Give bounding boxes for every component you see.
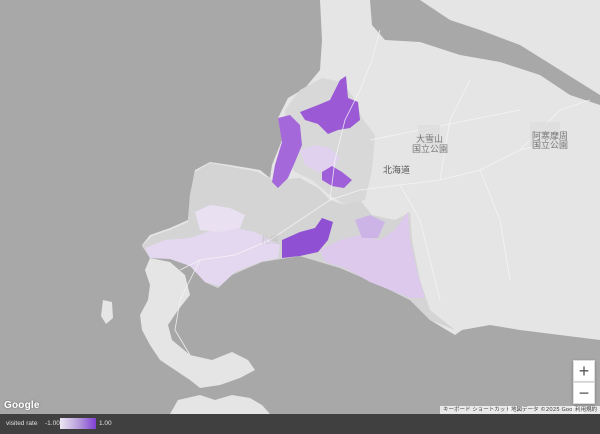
google-logo[interactable]: Google bbox=[4, 400, 40, 411]
legend-title: visited rate bbox=[6, 420, 38, 427]
keyboard-shortcuts-link[interactable]: キーボード ショートカット bbox=[440, 406, 514, 414]
zoom-out-button[interactable]: − bbox=[573, 382, 595, 404]
legend-bar: visited rate -1.00 1.00 bbox=[0, 414, 600, 434]
legend-gradient bbox=[60, 418, 96, 429]
terms-link[interactable]: 利用規約 bbox=[572, 406, 600, 414]
label-daisetsuzan-1: 大雪山 bbox=[416, 135, 444, 145]
legend-max: 1.00 bbox=[99, 420, 112, 427]
label-akan-2: 国立公園 bbox=[532, 141, 569, 151]
label-daisetsuzan-2: 国立公園 bbox=[412, 145, 449, 155]
zoom-in-button[interactable]: + bbox=[573, 360, 595, 382]
label-hokkaido: 北海道 bbox=[383, 166, 411, 176]
map-svg bbox=[0, 0, 600, 414]
legend-min: -1.00 bbox=[45, 420, 60, 427]
map-canvas[interactable]: 北海道 大雪山 国立公園 阿寒摩周 国立公園 札幌 + − Google キーボ… bbox=[0, 0, 600, 414]
label-city-blurred: 札幌 bbox=[261, 236, 280, 246]
